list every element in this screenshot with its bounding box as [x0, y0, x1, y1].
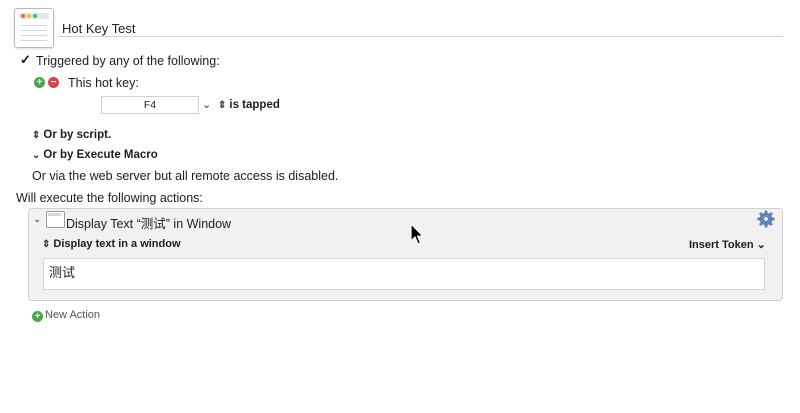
title-divider: [58, 36, 783, 37]
chevron-down-icon: ⌄: [32, 150, 41, 161]
new-action-label: New Action: [45, 309, 101, 321]
add-trigger-button[interactable]: +: [34, 77, 45, 88]
display-mode-label: Display text in a window: [53, 238, 181, 250]
actions-header: Will execute the following actions:: [16, 191, 203, 205]
plus-circle-icon: +: [32, 311, 43, 322]
insert-token-menu[interactable]: Insert Token ⌄: [689, 238, 766, 251]
or-execute-disclosure[interactable]: ⌄ Or by Execute Macro: [32, 149, 158, 161]
chevron-down-icon[interactable]: ⌄: [202, 98, 211, 111]
action-title: Display Text “测试” in Window: [66, 217, 232, 231]
insert-token-label: Insert Token: [689, 239, 754, 251]
window-icon: [46, 211, 65, 228]
gear-icon[interactable]: [757, 210, 775, 228]
macro-icon: [14, 8, 54, 48]
remove-trigger-button[interactable]: −: [48, 77, 59, 88]
new-action-button[interactable]: + New Action: [32, 309, 100, 322]
chevron-down-icon: ⌄: [756, 239, 766, 251]
hotkey-field[interactable]: F4: [101, 96, 199, 114]
key-state-label: is tapped: [229, 99, 280, 111]
trigger-checkbox[interactable]: ✓: [20, 52, 31, 68]
display-text-field[interactable]: 测试: [43, 258, 765, 290]
updown-icon: ⇕: [42, 239, 51, 250]
mouse-cursor-icon: [410, 223, 425, 245]
trigger-label: Triggered by any of the following:: [36, 54, 220, 68]
or-script-label: Or by script.: [43, 129, 112, 141]
macro-title-field[interactable]: Hot Key Test: [62, 21, 135, 36]
hotkey-label: This hot key:: [68, 76, 139, 90]
web-server-note: Or via the web server but all remote acc…: [32, 169, 339, 183]
or-script-disclosure[interactable]: ⇕ Or by script.: [32, 129, 111, 141]
updown-icon: ⇕: [218, 100, 227, 111]
display-mode-select[interactable]: ⇕ Display text in a window: [42, 238, 181, 250]
updown-icon: ⇕: [32, 130, 41, 141]
or-execute-label: Or by Execute Macro: [43, 149, 158, 161]
key-state-select[interactable]: ⇕ is tapped: [218, 99, 280, 111]
collapse-chevron-icon[interactable]: ⌄: [33, 214, 41, 225]
